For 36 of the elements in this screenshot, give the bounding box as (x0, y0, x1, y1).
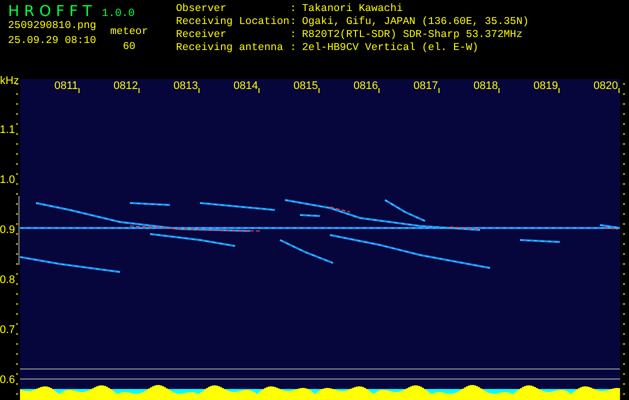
time-label: 0815 (294, 80, 318, 92)
version-label: 1.0.0 (102, 8, 135, 20)
meteor-label: meteor (110, 26, 148, 38)
unit-label: kHz (0, 75, 19, 87)
frequency-label: 0.7 (0, 324, 15, 336)
time-label: 0811 (54, 80, 78, 92)
info-label: Observer (176, 3, 228, 15)
frequency-label: 0.9 (0, 224, 15, 236)
time-label: 0812 (114, 80, 138, 92)
info-value: R820T2(RTL-SDR) SDR-Sharp 53.372MHz (302, 29, 523, 41)
time-label: 0817 (414, 80, 438, 92)
meteor-count: 60 (122, 41, 136, 53)
frequency-label: 1.1 (0, 124, 15, 136)
info-label: Receiving antenna (176, 42, 284, 54)
time-label: 0816 (354, 80, 378, 92)
info-separator: : (290, 16, 298, 28)
range-marker (18, 196, 20, 266)
frequency-label: 1.0 (0, 174, 15, 186)
info-value: Ogaki, Gifu, JAPAN (136.60E, 35.35N) (302, 16, 529, 28)
time-label: 0819 (534, 80, 558, 92)
info-separator: : (290, 3, 298, 15)
info-label: Receiver (176, 29, 228, 41)
time-label: 0818 (474, 80, 498, 92)
time-label: 0813 (174, 80, 198, 92)
frequency-label: 0.6 (0, 374, 15, 386)
info-value: 2el-HB9CV Vertical (el. E-W) (302, 42, 478, 54)
time-label: 0820 (594, 80, 618, 92)
time-label: 0814 (234, 80, 258, 92)
app-title: H R O F F T (8, 2, 92, 20)
file-name: 2509290810.png (8, 20, 96, 32)
info-value: Takanori Kawachi (302, 3, 403, 15)
frequency-label: 0.8 (0, 274, 15, 286)
info-separator: : (290, 29, 298, 41)
info-separator: : (290, 42, 298, 54)
info-label: Receiving Location (176, 16, 290, 28)
date-time: 25.09.29 08:10 (8, 35, 96, 47)
